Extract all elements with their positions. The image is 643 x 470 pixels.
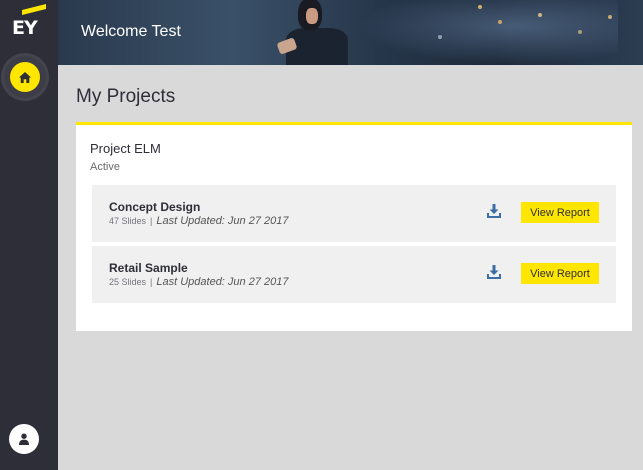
project-card: Project ELM Active Concept Design 47 Sli… <box>76 122 632 331</box>
report-meta: 47 Slides | Last Updated: Jun 27 2017 <box>109 215 288 227</box>
project-status: Active <box>90 161 120 173</box>
last-updated: Last Updated: Jun 27 2017 <box>156 276 289 288</box>
view-report-button[interactable]: View Report <box>521 202 599 223</box>
project-name: Project ELM <box>90 141 161 156</box>
meta-separator: | <box>150 277 153 287</box>
user-icon <box>19 433 29 445</box>
welcome-text: Welcome Test <box>81 23 181 40</box>
header-banner: Welcome Test <box>58 0 643 65</box>
logo-beam <box>22 4 46 15</box>
report-row: Concept Design 47 Slides | Last Updated: J… <box>92 185 616 242</box>
home-icon <box>19 71 31 83</box>
view-report-button[interactable]: View Report <box>521 263 599 284</box>
download-icon[interactable] <box>486 264 502 280</box>
user-profile-button[interactable] <box>9 424 39 454</box>
banner-person-image <box>276 0 348 65</box>
home-button-circle[interactable] <box>10 62 40 92</box>
page-title: My Projects <box>76 86 176 107</box>
report-title: Concept Design <box>109 200 201 214</box>
sidebar: EY <box>0 0 58 470</box>
report-row: Retail Sample 25 Slides | Last Updated: Ju… <box>92 246 616 303</box>
slide-count: 25 Slides <box>109 277 147 287</box>
last-updated: Last Updated: Jun 27 2017 <box>156 215 289 227</box>
report-meta: 25 Slides | Last Updated: Jun 27 2017 <box>109 276 288 288</box>
ey-logo: EY <box>12 4 46 40</box>
home-nav-button[interactable] <box>4 56 46 98</box>
logo-text: EY <box>12 17 38 39</box>
meta-separator: | <box>150 216 153 226</box>
slide-count: 47 Slides <box>109 216 147 226</box>
banner-city-lights <box>358 0 618 65</box>
banner-bokeh <box>478 5 482 9</box>
download-icon[interactable] <box>486 203 502 219</box>
report-title: Retail Sample <box>109 261 188 275</box>
